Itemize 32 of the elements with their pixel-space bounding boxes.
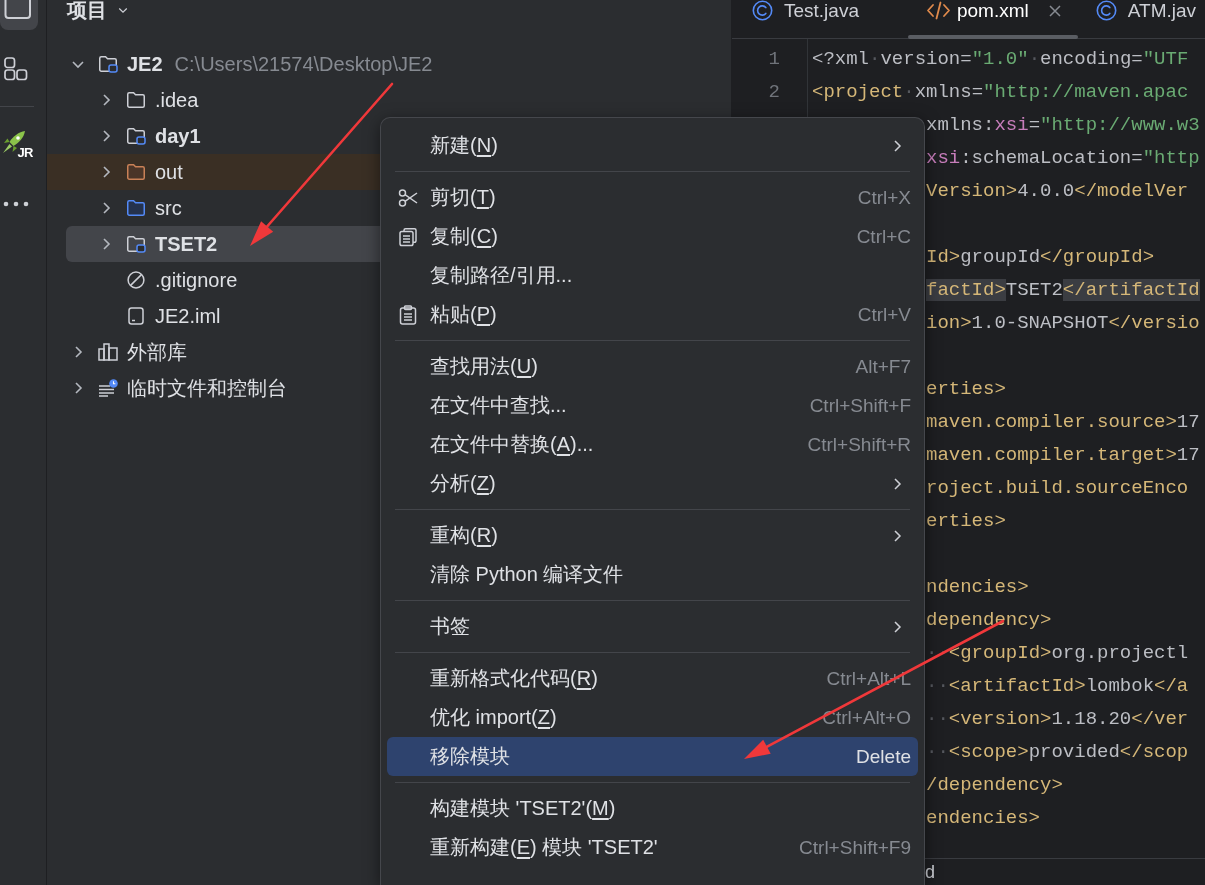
code-line: /dependency> (926, 774, 1063, 796)
line-number: 2 (768, 81, 780, 103)
code-line: Version>4.0.0</modelVer (926, 180, 1189, 202)
shortcut-label: Ctrl+Shift+F (808, 394, 911, 417)
line-number: 1 (768, 48, 780, 70)
code-line: roject.build.sourceEnco (926, 477, 1189, 499)
code-line: xsi:schemaLocation="http (926, 147, 1200, 169)
code-line: erties> (926, 378, 1006, 400)
shortcut-label: Ctrl+V (856, 303, 911, 326)
code-line: <?xml·version="1.0"·encoding="UTF (812, 48, 1189, 70)
code-line: erties> (926, 510, 1006, 532)
shortcut-label: Ctrl+Shift+F9 (798, 836, 911, 859)
code-line: maven.compiler.source>17 (926, 411, 1200, 433)
code-line: xmlns:xsi="http://www.w3 (926, 114, 1200, 136)
code-line: endencies> (926, 807, 1041, 829)
code-line: ··<scope>provided</scop (926, 741, 1189, 763)
code-line: factId>TSET2</artifactId (926, 279, 1200, 301)
code-line: Id>groupId</groupId> (926, 246, 1155, 268)
code-line: ion>1.0-SNAPSHOT</versio (926, 312, 1200, 334)
shortcut-label: Ctrl+Shift+R (806, 433, 911, 456)
shortcut-label: Delete (855, 745, 911, 768)
shortcut-label: Ctrl+C (855, 225, 911, 248)
shortcut-label: Ctrl+X (856, 186, 911, 209)
code-line: maven.compiler.target>17 (926, 444, 1200, 466)
code-line: ··<version>1.18.20</ver (926, 708, 1189, 730)
code-line: dependency> (926, 609, 1052, 631)
code-line: ndencies> (926, 576, 1029, 598)
shortcut-label: Ctrl+Alt+O (821, 706, 911, 729)
code-line: ··<artifactId>lombok</a (926, 675, 1189, 697)
code-line: <project·xmlns="http://maven.apac (812, 81, 1189, 103)
path-label: C:\Users\21574\Desktop\JE2 (174, 52, 433, 77)
shortcut-label: Alt+F7 (854, 355, 911, 378)
